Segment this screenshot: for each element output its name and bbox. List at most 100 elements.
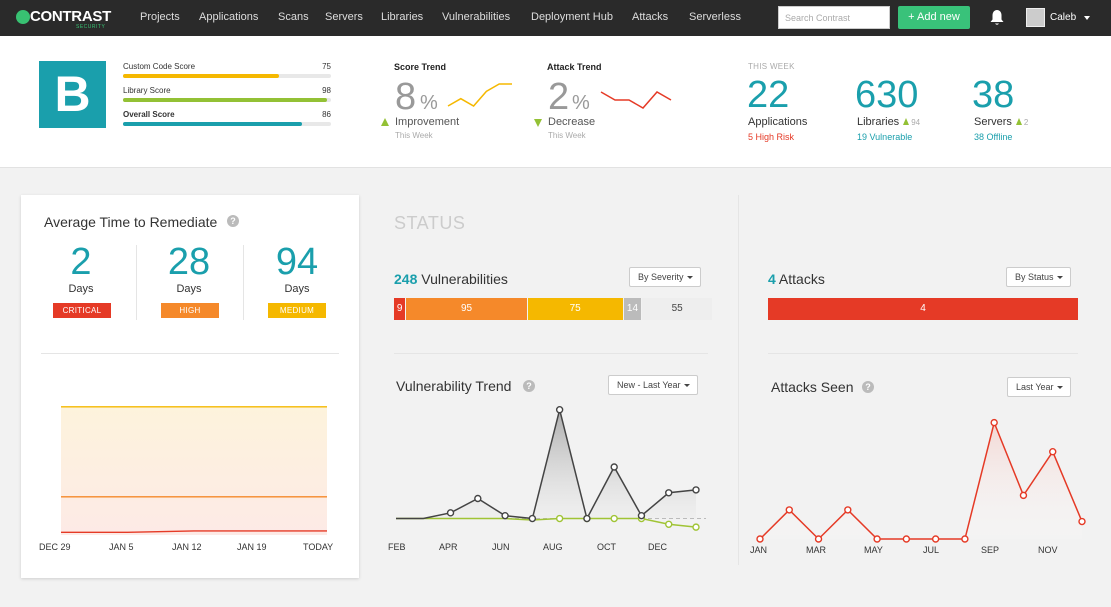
data-point[interactable] — [814, 535, 823, 543]
data-point[interactable] — [692, 523, 700, 531]
x-tick-label: JUN — [492, 542, 510, 552]
data-point[interactable] — [756, 535, 764, 543]
nav-projects[interactable]: Projects — [140, 11, 180, 23]
servers-offline[interactable]: 38 Offline — [974, 132, 1012, 142]
data-point[interactable] — [555, 406, 564, 414]
libraries-vulnerable[interactable]: 19 Vulnerable — [857, 132, 912, 142]
data-point[interactable] — [990, 418, 998, 427]
data-point[interactable] — [474, 494, 482, 503]
help-icon[interactable]: ? — [862, 381, 874, 393]
severity-segment[interactable]: 95 — [406, 298, 527, 320]
nav-libraries[interactable]: Libraries — [381, 11, 423, 23]
data-point[interactable] — [902, 535, 911, 543]
x-tick-label: JAN — [750, 545, 768, 555]
remediate-medium-value: 94 — [275, 241, 319, 283]
score-track — [123, 98, 331, 102]
applications-count[interactable]: 22 — [747, 74, 789, 117]
data-point[interactable] — [446, 509, 455, 517]
data-point[interactable] — [1078, 517, 1086, 526]
medium-badge: MEDIUM — [268, 303, 326, 318]
critical-badge: CRITICAL — [53, 303, 111, 318]
data-point[interactable] — [610, 514, 618, 523]
attack-trend-value: 2 — [548, 76, 570, 118]
score-label: Library Score — [123, 86, 171, 95]
help-icon[interactable]: ? — [227, 215, 239, 227]
area-fill — [61, 406, 327, 535]
data-point[interactable] — [785, 506, 793, 514]
add-new-button[interactable]: + Add new — [898, 6, 970, 29]
data-point[interactable] — [637, 511, 646, 520]
vuln-trend-title: Vulnerability Trend — [396, 378, 512, 394]
data-point[interactable] — [610, 463, 618, 471]
x-tick-label: MAR — [806, 545, 826, 555]
libraries-count[interactable]: 630 — [855, 74, 918, 117]
score-track — [123, 122, 331, 126]
nav-scans[interactable]: Scans — [278, 11, 309, 23]
data-point[interactable] — [931, 535, 940, 543]
summary-header: B Custom Code Score 75 Library Score 98 … — [0, 36, 1111, 168]
dropdown-caret-icon — [1056, 276, 1063, 279]
attack-status-filter-dropdown[interactable]: By Status — [1006, 267, 1071, 287]
data-point[interactable] — [844, 506, 852, 514]
servers-count[interactable]: 38 — [972, 74, 1014, 117]
remediate-chart — [61, 406, 327, 535]
x-tick-label: DEC 29 — [39, 542, 71, 552]
severity-filter-dropdown[interactable]: By Severity — [629, 267, 701, 287]
score-track — [123, 74, 331, 78]
x-tick-label: NOV — [1038, 545, 1058, 555]
severity-segment[interactable]: 14 — [623, 298, 642, 320]
severity-segment[interactable]: 75 — [527, 298, 623, 320]
severity-segment[interactable]: 9 — [394, 298, 406, 320]
data-point[interactable] — [583, 514, 591, 523]
sparkline-series — [600, 91, 672, 109]
nav-serverless[interactable]: Serverless — [689, 11, 741, 23]
x-tick-label: APR — [439, 542, 458, 552]
data-point[interactable] — [665, 489, 673, 497]
vulnerability-trend-chart — [396, 406, 706, 531]
data-point[interactable] — [528, 514, 537, 523]
data-point[interactable] — [501, 511, 509, 520]
applications-high-risk[interactable]: 5 High Risk — [748, 132, 794, 142]
divider — [136, 245, 137, 320]
data-point[interactable] — [1019, 491, 1028, 500]
nav-vulnerabilities[interactable]: Vulnerabilities — [442, 11, 510, 23]
data-point[interactable] — [692, 486, 700, 494]
score-fill — [123, 98, 327, 102]
bell-icon[interactable] — [989, 9, 1005, 26]
search-input[interactable] — [778, 6, 890, 29]
user-menu-caret-icon[interactable] — [1084, 16, 1090, 20]
attack-trend-unit: % — [572, 92, 590, 114]
severity-segment[interactable]: 55 — [642, 298, 712, 320]
dropdown-value: New - Last Year — [617, 380, 681, 390]
vulnerabilities-count: 248 — [394, 271, 418, 287]
score-fill — [123, 122, 302, 126]
nav-attacks[interactable]: Attacks — [632, 11, 668, 23]
attacks-title: 4 Attacks — [768, 271, 825, 287]
data-point[interactable] — [555, 514, 564, 523]
nav-deployment-hub[interactable]: Deployment Hub — [531, 11, 613, 23]
score-trend-sparkline — [447, 83, 512, 107]
user-name[interactable]: Caleb — [1050, 12, 1076, 23]
data-point[interactable] — [873, 535, 881, 543]
attacks-seen-filter-dropdown[interactable]: Last Year — [1007, 377, 1071, 397]
remediate-high-value: 28 — [167, 241, 211, 283]
top-nav: CONTRAST SECURITY Projects Applications … — [0, 0, 1111, 36]
help-icon[interactable]: ? — [523, 380, 535, 392]
data-point[interactable] — [665, 520, 673, 528]
nav-applications[interactable]: Applications — [199, 11, 258, 23]
servers-delta-up-icon — [1015, 118, 1022, 125]
trend-down-icon — [534, 119, 542, 127]
attacks-status-bar[interactable]: 4 — [768, 298, 1078, 320]
x-tick-label: SEP — [981, 545, 1000, 555]
attacks-count: 4 — [768, 271, 776, 287]
data-point[interactable] — [1049, 448, 1057, 456]
attacks-seen-title: Attacks Seen — [771, 379, 854, 395]
score-label: Custom Code Score — [123, 62, 196, 71]
attack-trend-sparkline — [600, 91, 672, 109]
nav-servers[interactable]: Servers — [325, 11, 363, 23]
score-value: 98 — [322, 86, 331, 95]
attack-trend-period: This Week — [548, 131, 586, 140]
avatar[interactable] — [1026, 8, 1045, 27]
data-point[interactable] — [961, 535, 969, 543]
vuln-trend-filter-dropdown[interactable]: New - Last Year — [608, 375, 698, 395]
